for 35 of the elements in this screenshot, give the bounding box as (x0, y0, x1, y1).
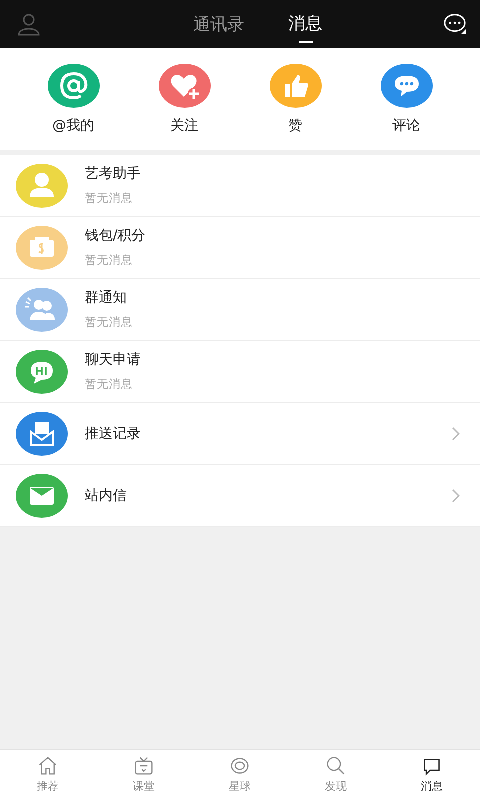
nav-tab[interactable]: 发现 (288, 750, 384, 800)
row-title: 钱包/积分 (85, 227, 147, 245)
message-row[interactable]: 推送记录 (0, 403, 480, 465)
nav-tab[interactable]: 课堂 (96, 750, 192, 800)
row-title: 群通知 (85, 289, 128, 307)
row-subtitle: 暂无消息 (85, 191, 134, 206)
message-row[interactable]: 站内信 (0, 465, 480, 527)
nav-tab[interactable]: 推荐 (0, 750, 96, 800)
chevron-right-icon (452, 488, 460, 502)
chat-icon (422, 756, 442, 776)
message-row[interactable]: 聊天申请 暂无消息 (0, 341, 480, 403)
chat-bubble-icon[interactable] (443, 13, 467, 35)
nav-tab[interactable]: 消息 (384, 750, 480, 800)
quick-action[interactable]: 关注 (140, 64, 230, 134)
ring-icon (230, 756, 250, 776)
search-icon (326, 756, 346, 776)
row-title: 艺考助手 (85, 165, 142, 183)
row-subtitle: 暂无消息 (85, 253, 134, 268)
row-title: 聊天申请 (85, 351, 142, 369)
chevron-right-icon (452, 426, 460, 440)
message-row[interactable]: 艺考助手 暂无消息 (0, 155, 480, 217)
nav-tab[interactable]: 星球 (192, 750, 288, 800)
header-tab[interactable]: 通讯录 (194, 0, 244, 48)
message-row[interactable]: 钱包/积分 暂无消息 (0, 217, 480, 279)
profile-icon[interactable] (17, 12, 41, 36)
row-title: 推送记录 (85, 424, 142, 442)
quick-action[interactable]: 评论 (362, 64, 452, 134)
row-title: 站内信 (85, 486, 128, 504)
quick-action[interactable]: 赞 (250, 64, 340, 134)
row-subtitle: 暂无消息 (85, 377, 134, 392)
home-icon (38, 756, 58, 776)
tv-icon (134, 756, 154, 776)
message-row[interactable]: 群通知 暂无消息 (0, 279, 480, 341)
row-subtitle: 暂无消息 (85, 315, 134, 330)
quick-action[interactable]: @我的 (28, 64, 118, 134)
